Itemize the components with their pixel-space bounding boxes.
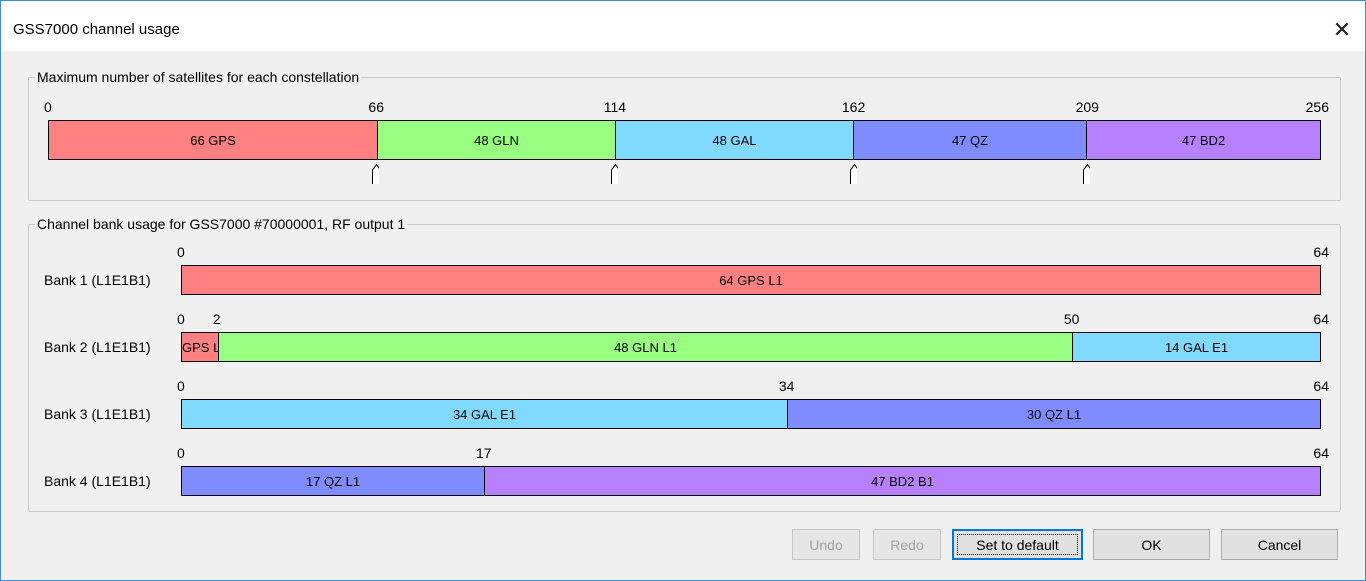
undo-button[interactable]: Undo — [792, 529, 860, 560]
bank-label: Bank 1 (L1E1B1) — [44, 272, 151, 288]
bank-segment: 48 GLN L1 — [218, 333, 1072, 361]
bank-bar: 64 GPS L1 — [181, 265, 1321, 295]
window-title: GSS7000 channel usage — [13, 21, 180, 38]
title-bar: GSS7000 channel usage ✕ — [1, 1, 1365, 51]
bank-segment: 17 QZ L1 — [182, 467, 484, 495]
redo-button[interactable]: Redo — [873, 529, 941, 560]
bank-segment: 30 QZ L1 — [787, 400, 1320, 428]
bank-tick: 2 — [212, 311, 221, 327]
cancel-button[interactable]: Cancel — [1221, 529, 1338, 560]
constellation-tick: 66 — [368, 99, 384, 115]
bank-bar: 34 GAL E1 30 QZ L1 — [181, 399, 1321, 429]
bank-tick: 17 — [476, 445, 492, 461]
bank-bar: GPS L148 GLN L114 GAL E1 — [181, 332, 1321, 362]
constellation-segment: 48 GLN — [377, 121, 615, 159]
bank-tick: 0 — [177, 445, 185, 461]
constellation-tick: 114 — [603, 99, 627, 115]
ok-button[interactable]: OK — [1093, 529, 1210, 560]
focus-rectangle — [957, 534, 1078, 555]
set-to-default-button[interactable]: Set to default — [952, 529, 1083, 560]
bank-segment: 64 GPS L1 — [182, 266, 1320, 294]
bank-tick: 50 — [1063, 311, 1080, 327]
constellation-segment: 48 GAL — [615, 121, 853, 159]
constellation-group-legend: Maximum number of satellites for each co… — [37, 69, 360, 85]
bank-bar: 17 QZ L1 47 BD2 B1 — [181, 466, 1321, 496]
bank-tick: 64 — [1313, 445, 1329, 461]
bank-usage-group-legend: Channel bank usage for GSS7000 #70000001… — [37, 216, 406, 232]
boundary-slider-handle[interactable] — [610, 164, 618, 184]
constellation-tick: 256 — [1305, 99, 1329, 115]
constellation-bar: 66 GPS 48 GLN 48 GAL 47 QZ 47 BD2 — [48, 120, 1321, 160]
bank-tick: 34 — [778, 378, 795, 394]
bank-segment: GPS L1 — [182, 333, 218, 361]
bank-segment: 34 GAL E1 — [182, 400, 787, 428]
constellation-tick: 162 — [841, 99, 866, 115]
boundary-slider-handle[interactable] — [372, 164, 380, 184]
constellation-tick: 0 — [44, 99, 52, 115]
dialog-window: GSS7000 channel usage ✕ Maximum number o… — [0, 0, 1366, 581]
bank-segment: 47 BD2 B1 — [484, 467, 1320, 495]
bank-label: Bank 3 (L1E1B1) — [44, 406, 151, 422]
constellation-segment: 47 QZ — [853, 121, 1086, 159]
constellation-segment: 47 BD2 — [1086, 121, 1320, 159]
constellation-segment: 66 GPS — [49, 121, 377, 159]
bank-tick: 0 — [177, 244, 185, 260]
boundary-slider-handle[interactable] — [849, 164, 857, 184]
bank-tick: 64 — [1313, 378, 1329, 394]
bank-tick: 0 — [177, 311, 185, 327]
bank-tick: 0 — [177, 378, 185, 394]
boundary-slider-handle[interactable] — [1083, 164, 1091, 184]
bank-segment: 14 GAL E1 — [1072, 333, 1320, 361]
close-icon[interactable]: ✕ — [1329, 17, 1355, 43]
bank-tick: 64 — [1313, 244, 1329, 260]
bank-label: Bank 4 (L1E1B1) — [44, 473, 151, 489]
bank-label: Bank 2 (L1E1B1) — [44, 339, 151, 355]
constellation-tick: 209 — [1075, 99, 1099, 115]
bank-tick: 64 — [1313, 311, 1329, 327]
